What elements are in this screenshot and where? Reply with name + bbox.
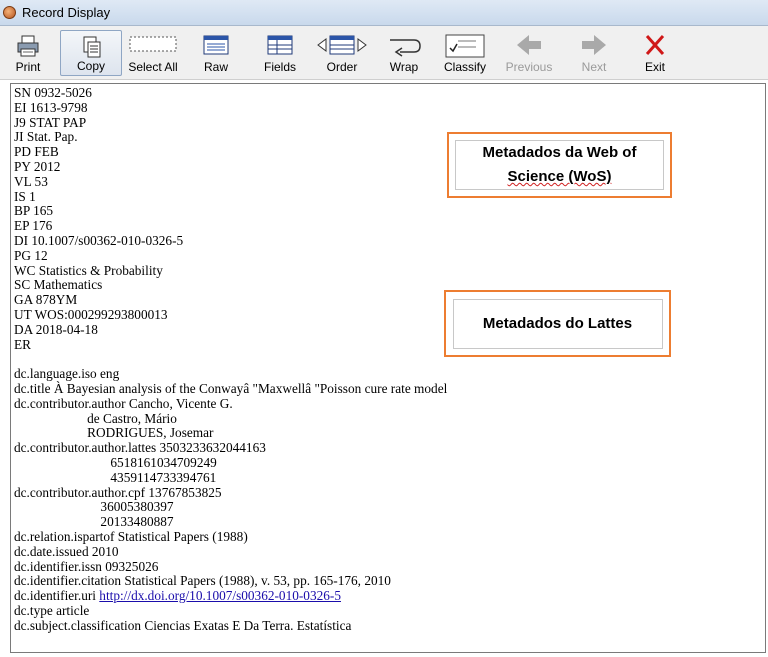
lattes-field-line: dc.contributor.author Cancho, Vicente G.	[14, 395, 233, 411]
lattes-field-line: dc.contributor.author.cpf 13767853825	[14, 484, 222, 500]
lattes-field-line: dc.title À Bayesian analysis of the Conw…	[14, 380, 448, 396]
wos-field-line: JI Stat. Pap.	[14, 129, 78, 145]
exit-button[interactable]: Exit	[638, 30, 672, 76]
raw-view-icon	[203, 35, 229, 55]
wos-field-line: PG 12	[14, 247, 48, 263]
previous-label: Previous	[505, 60, 553, 74]
order-label: Order	[326, 60, 358, 74]
next-label: Next	[581, 60, 607, 74]
copy-icon	[83, 36, 101, 58]
wos-field-line: PD FEB	[14, 144, 59, 160]
select-all-button[interactable]: Select All	[124, 30, 182, 76]
wos-field-line: SN 0932-5026	[14, 85, 92, 100]
order-button[interactable]: Order	[314, 30, 370, 76]
lattes-field-line: dc.identifier.issn 09325026	[14, 558, 159, 574]
wos-metadata-block: SN 0932-5026 EI 1613-9798 J9 STAT PAP JI…	[14, 85, 183, 352]
wos-field-line: EI 1613-9798	[14, 99, 88, 115]
lattes-field-line: 20133480887	[14, 514, 174, 530]
wos-callout-text: Metadados da Web of Science (WoS)	[455, 140, 664, 190]
uri-prefix: dc.identifier.uri	[14, 588, 100, 604]
wrap-button[interactable]: Wrap	[384, 30, 424, 76]
wos-field-line: EP 176	[14, 218, 53, 234]
wos-field-line: UT WOS:000299293800013	[14, 306, 168, 322]
next-button[interactable]: Next	[574, 30, 614, 76]
select-all-label: Select All	[128, 60, 178, 74]
lattes-field-line: 4359114733394761	[14, 469, 217, 485]
wos-field-line: BP 165	[14, 203, 54, 219]
lattes-field-line: RODRIGUES, Josemar	[14, 425, 214, 441]
order-icon	[317, 35, 367, 55]
wrap-icon	[390, 39, 421, 57]
lattes-field-line: dc.identifier.citation Statistical Paper…	[14, 573, 391, 589]
fields-button[interactable]: Fields	[258, 30, 302, 76]
lattes-field-line: dc.language.iso eng	[14, 366, 120, 382]
arrow-left-icon	[517, 35, 541, 55]
printer-icon	[17, 35, 39, 57]
close-icon	[645, 35, 665, 55]
wos-field-line: J9 STAT PAP	[14, 114, 87, 130]
window-title: Record Display	[22, 5, 111, 20]
wos-callout-line2: Science (WoS)	[507, 168, 612, 185]
wos-field-line: ER	[14, 336, 31, 352]
window-titlebar[interactable]: Record Display	[0, 0, 768, 26]
wos-field-line: IS 1	[14, 188, 36, 204]
wrap-label: Wrap	[389, 60, 419, 74]
lattes-metadata-block: dc.language.iso eng dc.title À Bayesian …	[14, 366, 447, 588]
wos-field-line: WC Statistics & Probability	[14, 262, 163, 278]
lattes-field-line: dc.date.issued 2010	[14, 543, 119, 559]
copy-button[interactable]: Copy	[60, 30, 122, 76]
select-all-icon	[129, 36, 177, 52]
print-label: Print	[15, 60, 41, 74]
copy-label: Copy	[76, 59, 105, 73]
wos-field-line: SC Mathematics	[14, 277, 103, 293]
print-button[interactable]: Print	[10, 30, 46, 76]
toolbar: Print Copy Select All Raw Fields Order W…	[0, 26, 768, 80]
lattes-field-line: de Castro, Mário	[14, 410, 177, 426]
classify-label: Classify	[443, 60, 486, 74]
wos-field-line: PY 2012	[14, 158, 61, 174]
exit-label: Exit	[644, 60, 665, 74]
lattes-field-line: 36005380397	[14, 499, 174, 515]
previous-button[interactable]: Previous	[504, 30, 554, 76]
lattes-field-line: 6518161034709249	[14, 454, 217, 470]
wos-field-line: DA 2018-04-18	[14, 321, 98, 337]
doi-link[interactable]: http://dx.doi.org/10.1007/s00362-010-032…	[99, 588, 341, 603]
wos-callout: Metadados da Web of Science (WoS)	[447, 132, 672, 198]
lattes-field-line: dc.relation.ispartof Statistical Papers …	[14, 528, 248, 544]
wos-field-line: VL 53	[14, 173, 48, 189]
classify-button[interactable]: Classify	[440, 30, 490, 76]
app-icon	[3, 6, 16, 19]
wos-callout-line1: Metadados da Web of	[482, 144, 637, 161]
lattes-callout-text: Metadados do Lattes	[452, 298, 663, 349]
raw-label: Raw	[203, 60, 228, 74]
record-text: SN 0932-5026 EI 1613-9798 J9 STAT PAP JI…	[14, 85, 447, 633]
lattes-field-line: dc.contributor.author.lattes 35032336320…	[14, 440, 266, 456]
wos-field-line: DI 10.1007/s00362-010-0326-5	[14, 232, 184, 248]
classify-icon	[445, 34, 485, 58]
lattes-callout: Metadados do Lattes	[444, 290, 671, 357]
lattes-field-line: dc.type article	[14, 602, 90, 618]
fields-icon	[267, 35, 293, 55]
wos-field-line: GA 878YM	[14, 292, 78, 308]
raw-button[interactable]: Raw	[198, 30, 234, 76]
arrow-right-icon	[582, 35, 606, 55]
fields-label: Fields	[263, 60, 296, 74]
tail-metadata-block: dc.type article dc.subject.classificatio…	[14, 603, 351, 633]
lattes-field-line: dc.subject.classification Ciencias Exata…	[14, 617, 352, 633]
